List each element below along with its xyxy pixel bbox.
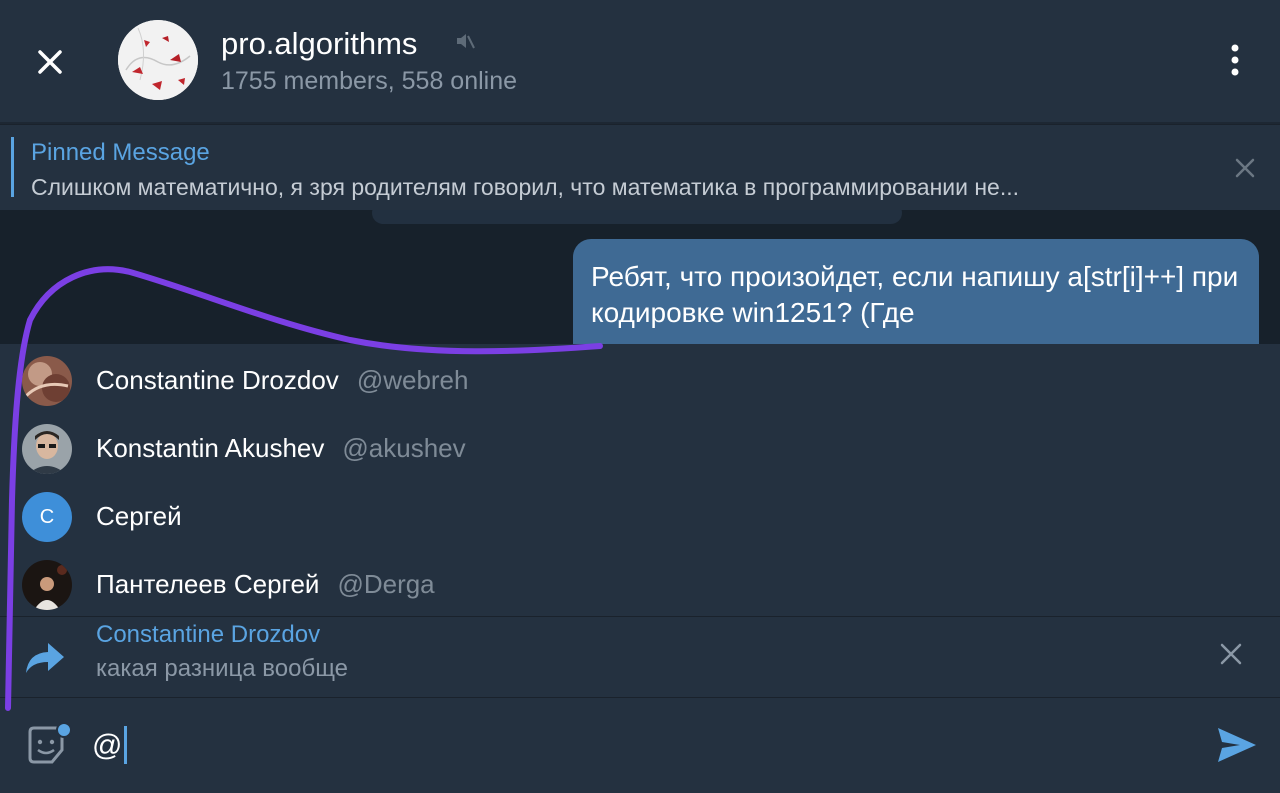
avatar — [22, 424, 72, 474]
mention-item[interactable]: Пантелеев Сергей @Derga — [0, 550, 1280, 618]
reply-preview-bar: Constantine Drozdov какая разница вообще — [0, 616, 1280, 697]
muted-speaker-icon — [457, 34, 475, 49]
message-composer — [0, 697, 1280, 793]
mention-item[interactable]: С Сергей — [0, 482, 1280, 550]
mention-suggestions: Constantine Drozdov @webreh Konstantin Ak… — [0, 344, 1280, 616]
send-icon[interactable] — [1214, 724, 1258, 766]
close-icon[interactable] — [1230, 153, 1260, 183]
reply-author: Constantine Drozdov — [96, 621, 321, 648]
chat-header: pro.algorithms 1755 members, 558 online — [0, 0, 1280, 122]
mention-name: Constantine Drozdov — [96, 365, 339, 395]
text-cursor — [124, 726, 127, 764]
pinned-label: Pinned Message — [31, 139, 210, 166]
message-list[interactable]: Ребят, что произойдет, если напишу a[str… — [0, 210, 1280, 344]
sticker-icon[interactable] — [24, 722, 74, 768]
avatar — [22, 560, 72, 610]
pinned-accent-bar — [11, 137, 14, 197]
close-icon[interactable] — [1216, 639, 1246, 669]
pinned-message-bar[interactable]: Pinned Message Слишком математично, я зр… — [0, 124, 1280, 211]
avatar: С — [22, 492, 72, 542]
close-icon[interactable] — [30, 42, 70, 82]
reply-text: какая разница вообще — [96, 655, 349, 682]
mention-name: Konstantin Akushev — [96, 433, 325, 463]
mention-name: Сергей — [96, 501, 182, 531]
mention-name: Пантелеев Сергей — [96, 569, 320, 599]
more-vertical-icon[interactable] — [1222, 40, 1248, 80]
mention-item[interactable]: Constantine Drozdov @webreh — [0, 346, 1280, 414]
service-message-pill — [372, 210, 902, 224]
message-input[interactable] — [92, 726, 1092, 766]
chat-member-count: 1755 members, 558 online — [221, 67, 518, 95]
mention-username: @webreh — [356, 365, 469, 395]
mention-username: @Derga — [337, 569, 435, 599]
avatar — [22, 356, 72, 406]
mention-username: @akushev — [342, 433, 466, 463]
group-avatar[interactable] — [118, 20, 198, 100]
pinned-text: Слишком математично, я зря родителям гов… — [31, 174, 1020, 200]
message-text: Ребят, что произойдет, если напишу a[str… — [591, 261, 1239, 328]
chat-title: pro.algorithms — [221, 26, 418, 61]
reply-arrow-icon — [26, 643, 64, 673]
mention-item[interactable]: Konstantin Akushev @akushev — [0, 414, 1280, 482]
outgoing-message-bubble[interactable]: Ребят, что произойдет, если напишу a[str… — [573, 239, 1259, 344]
avatar-letter: С — [39, 505, 55, 528]
